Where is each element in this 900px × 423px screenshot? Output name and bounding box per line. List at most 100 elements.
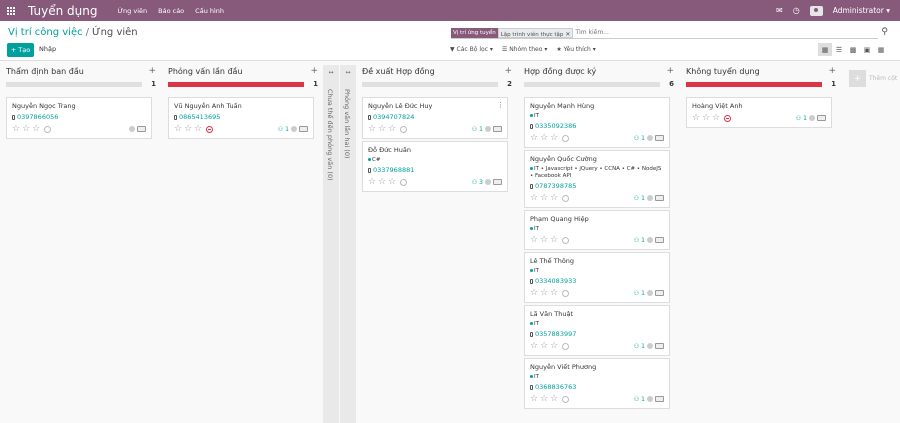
chat-icon[interactable]: ✉ [776,6,783,15]
activity-icon[interactable] [562,395,570,403]
search-input[interactable] [575,29,776,36]
group-by-dropdown[interactable]: ☰ Nhóm theo ▾ [502,46,547,53]
priority-stars[interactable]: ☆ ☆ ☆ [530,193,570,203]
kanban-view-icon[interactable]: ▦ [818,43,832,56]
applicant-card[interactable]: Đỗ Đức Huấn C# 0337968881 ☆ ☆ ☆ ⚇ 3 [362,141,508,192]
favorites-dropdown[interactable]: ★ Yêu thích ▾ [556,46,595,53]
priority-stars[interactable]: ☆ ☆ ☆ [530,394,570,404]
kanban-state-icon[interactable] [647,195,653,201]
column-title[interactable]: Phỏng vấn lần đầu [168,67,243,76]
filters-dropdown[interactable]: ▼ Các Bộ lọc ▾ [450,46,493,53]
column-title[interactable]: Không tuyển dụng [686,67,760,76]
kanban-state-icon[interactable] [485,126,491,132]
breadcrumb: Vị trí công việc / Ứng viên [8,27,138,38]
priority-stars[interactable]: ☆ ☆ ☆ [174,124,214,134]
kanban-state-icon[interactable] [647,343,653,349]
add-card-icon[interactable]: + [666,66,674,76]
priority-stars[interactable]: ☆ ☆ ☆ [12,124,52,134]
priority-stars[interactable]: ☆ ☆ ☆ [368,124,408,134]
activity-overdue-icon[interactable] [724,114,732,122]
plus-icon[interactable]: + [849,70,866,87]
attachment-icon: ⚇ [633,134,640,142]
clock-icon[interactable]: ◷ [793,6,800,15]
list-view-icon[interactable]: ☰ [832,43,846,56]
expand-icon[interactable]: ↔ [340,69,356,76]
applicant-card[interactable]: Nguyễn Quốc Cường IT • Javascript • jQue… [524,150,670,208]
column-count: 2 [507,80,512,88]
applicant-card[interactable]: Hoàng Việt Anh ☆ ☆ ☆ ⚇ 1 [686,97,832,128]
activity-icon[interactable] [562,289,570,297]
menu-item-reports[interactable]: Báo cáo [158,7,184,15]
priority-stars[interactable]: ☆ ☆ ☆ [530,341,570,351]
add-card-icon[interactable]: + [828,66,836,76]
add-card-icon[interactable]: + [504,66,512,76]
create-button[interactable]: + Tạo [7,43,34,57]
graph-view-icon[interactable]: ▩ [846,43,860,56]
column-progress-bar[interactable] [686,81,822,87]
priority-stars[interactable]: ☆ ☆ ☆ [530,235,570,245]
applicant-card[interactable]: Phạm Quang Hiệp IT ☆ ☆ ☆ ⚇ 1 [524,210,670,250]
calendar-view-icon[interactable]: ▣ [860,43,874,56]
user-menu[interactable]: Administrator ▾ [833,6,890,15]
avatar [493,179,502,185]
applicant-card[interactable]: Nguyễn Ngọc Trang 0397866056 ☆ ☆ ☆ [6,97,152,139]
applicant-card[interactable]: Lã Văn Thuật IT 0357883997 ☆ ☆ ☆ ⚇ 1 [524,305,670,356]
activity-icon[interactable] [562,236,570,244]
remove-facet-icon[interactable]: ✕ [565,31,570,38]
kanban-state-icon[interactable] [485,179,491,185]
kanban-state-icon[interactable] [129,126,135,132]
activity-icon[interactable] [562,134,570,142]
priority-stars[interactable]: ☆ ☆ ☆ [530,133,570,143]
apps-menu-icon[interactable] [0,0,22,21]
menu-item-configuration[interactable]: Cấu hình [195,7,224,15]
activity-icon[interactable] [400,125,408,133]
applicant-card[interactable]: Lê Thế Thông IT 0334083933 ☆ ☆ ☆ ⚇ 1 [524,252,670,303]
kanban-state-icon[interactable] [647,237,653,243]
add-card-icon[interactable]: + [310,66,318,76]
menu-item-applicants[interactable]: Ứng viên [117,7,147,15]
activity-icon[interactable] [400,178,408,186]
priority-stars[interactable]: ☆ ☆ ☆ [530,288,570,298]
kanban-state-icon[interactable] [809,115,815,121]
column-progress-bar[interactable] [6,81,142,87]
facet-label: Vị trí ứng tuyển [451,27,498,38]
pivot-view-icon[interactable]: ▦ [874,43,888,56]
kanban-state-icon[interactable] [291,126,297,132]
column-title[interactable]: Đề xuất Hợp đồng [362,67,435,76]
avatar [655,135,664,141]
search-bar: Vị trí ứng tuyển Lập trình viên thực tập… [451,27,888,39]
activity-icon[interactable] [44,125,52,133]
column-progress-bar[interactable] [362,81,498,87]
app-brand[interactable]: Tuyển dụng [28,4,97,18]
breadcrumb-parent[interactable]: Vị trí công việc [8,27,83,38]
folded-column[interactable]: ↔ Chưa thể đến phỏng vấn (0) [323,65,339,423]
applicant-card[interactable]: Nguyễn Mạnh Hùng IT 0335092386 ☆ ☆ ☆ ⚇ 1 [524,97,670,148]
column-progress-bar[interactable] [168,81,304,87]
attachment-icon: ⚇ [471,178,478,186]
expand-icon[interactable]: ↔ [323,69,339,76]
column-title[interactable]: Hợp đồng được ký [524,67,596,76]
applicant-card[interactable]: ⋮ Nguyễn Lê Đức Huy 0394707824 ☆ ☆ ☆ ⚇ 1 [362,97,508,139]
priority-stars[interactable]: ☆ ☆ ☆ [368,177,408,187]
applicant-card[interactable]: Vũ Nguyễn Anh Tuấn 0865413695 ☆ ☆ ☆ ⚇ 1 [168,97,314,139]
camera-icon[interactable] [809,5,823,16]
activity-overdue-icon[interactable] [206,125,214,133]
tag-list: IT • Javascript • jQuery • CCNA • C# • N… [530,166,662,179]
activity-icon[interactable] [562,194,570,202]
kanban-state-icon[interactable] [647,396,653,402]
add-card-icon[interactable]: + [148,66,156,76]
card-menu-icon[interactable]: ⋮ [497,101,504,109]
folded-column[interactable]: ↔ Phỏng vấn lần hai (0) [340,65,356,423]
kanban-state-icon[interactable] [647,290,653,296]
search-icon[interactable]: ⚲ [881,27,888,37]
applicant-card[interactable]: Nguyễn Viết Phương IT 0368836763 ☆ ☆ ☆ ⚇ 1 [524,358,670,409]
kanban-state-icon[interactable] [647,135,653,141]
activity-icon[interactable] [562,342,570,350]
column-progress-bar[interactable] [524,81,660,87]
add-column-button[interactable]: + Thêm cột [849,70,897,87]
applicant-phone: 0394707824 [368,113,502,121]
attachment-count: 1 [641,395,645,403]
priority-stars[interactable]: ☆ ☆ ☆ [692,113,732,123]
import-button[interactable]: Nhập [39,45,56,53]
column-title[interactable]: Thẩm định ban đầu [6,67,84,76]
